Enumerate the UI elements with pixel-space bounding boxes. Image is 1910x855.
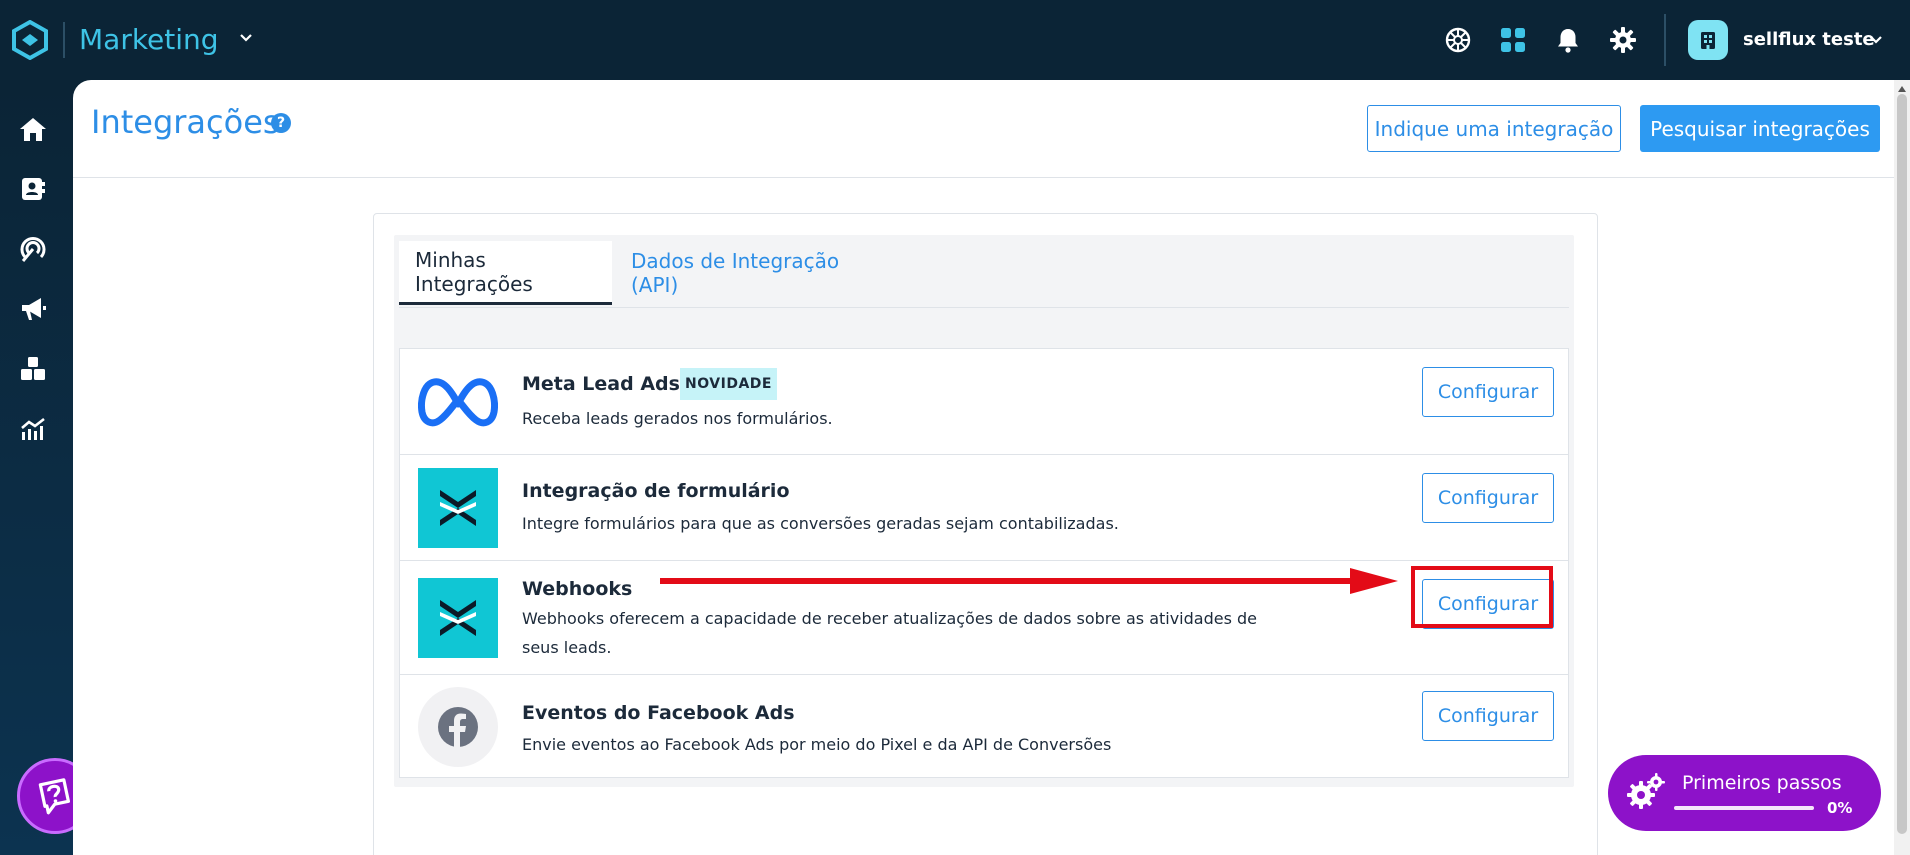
annotation-arrow-icon [660,568,1398,594]
integration-description: Envie eventos ao Facebook Ads por meio d… [522,735,1112,754]
sidebar [0,80,73,855]
integration-title: Integração de formulário [522,480,790,502]
integration-description: Webhooks oferecem a capacidade de recebe… [522,609,1258,628]
boxes-icon[interactable] [18,354,48,384]
tabs-divider [399,307,1569,308]
meta-icon [418,362,498,442]
configure-button[interactable]: Configurar [1422,691,1554,741]
integration-title: Webhooks [522,578,633,600]
sellflux-icon [418,468,498,548]
main-panel: Integrações ? Indique uma integração Pes… [73,80,1910,855]
configure-button[interactable]: Configurar [1422,367,1554,417]
integration-title: Meta Lead Ads [522,373,680,395]
scrollbar[interactable] [1894,80,1910,855]
automation-icon[interactable] [18,234,48,264]
app-name[interactable]: Marketing [79,22,219,58]
user-name[interactable]: sellflux teste [1743,28,1875,52]
new-badge: NOVIDADE [680,368,777,400]
integration-description: Integre formulários para que as conversõ… [522,514,1119,533]
chat-question-icon [38,778,71,815]
tab-dados-integracao-api[interactable]: Dados de Integração (API) [615,241,895,305]
page-header: Integrações ? Indique uma integração Pes… [73,80,1910,178]
analytics-icon[interactable] [18,414,48,444]
search-integrations-button[interactable]: Pesquisar integrações [1640,105,1880,152]
contacts-icon[interactable] [18,174,48,204]
list-item: Meta Lead Ads NOVIDADE Receba leads gera… [400,349,1568,455]
integration-description: Receba leads gerados nos formulários. [522,409,833,428]
megaphone-icon[interactable] [18,294,48,324]
app-logo-icon[interactable] [12,19,48,61]
onboarding-progress-bar [1674,806,1814,810]
facebook-icon [418,687,498,767]
account-avatar[interactable] [1688,20,1728,60]
integration-list: Meta Lead Ads NOVIDADE Receba leads gera… [399,348,1569,778]
list-item: Eventos do Facebook Ads Envie eventos ao… [400,675,1568,779]
home-icon[interactable] [18,114,48,144]
suggest-integration-button[interactable]: Indique uma integração [1367,105,1621,152]
gears-icon [1626,771,1666,811]
tabs: Minhas Integrações Dados de Integração (… [394,235,1574,311]
annotation-highlight-box [1411,566,1553,628]
onboarding-label: Primeiros passos [1682,772,1842,794]
integrations-card: Minhas Integrações Dados de Integração (… [373,213,1598,855]
sellflux-icon [418,578,498,658]
gear-icon[interactable] [1607,24,1639,56]
list-item: Integração de formulário Integre formulá… [400,455,1568,561]
tab-minhas-integracoes[interactable]: Minhas Integrações [399,241,612,305]
chevron-down-icon[interactable] [236,28,256,48]
building-icon [1701,32,1715,49]
apps-grid-icon[interactable] [1497,24,1529,56]
integrations-hub-icon[interactable] [1442,24,1474,56]
chevron-down-icon[interactable] [1866,30,1886,50]
integrations-panel: Minhas Integrações Dados de Integração (… [394,235,1574,787]
onboarding-progress-text: 0% [1827,799,1853,817]
header-divider [1664,14,1666,66]
scrollbar-thumb[interactable] [1897,94,1907,834]
integration-title: Eventos do Facebook Ads [522,702,795,724]
logo-divider [63,22,65,58]
onboarding-widget[interactable]: Primeiros passos 0% [1608,755,1881,831]
integration-description: seus leads. [522,638,612,657]
top-bar: Marketing sellflux teste [0,0,1910,80]
page-title: Integrações [91,103,280,141]
configure-button[interactable]: Configurar [1422,473,1554,523]
help-icon[interactable]: ? [271,113,291,133]
scroll-up-arrow-icon[interactable] [1898,86,1906,92]
bell-icon[interactable] [1552,24,1584,56]
